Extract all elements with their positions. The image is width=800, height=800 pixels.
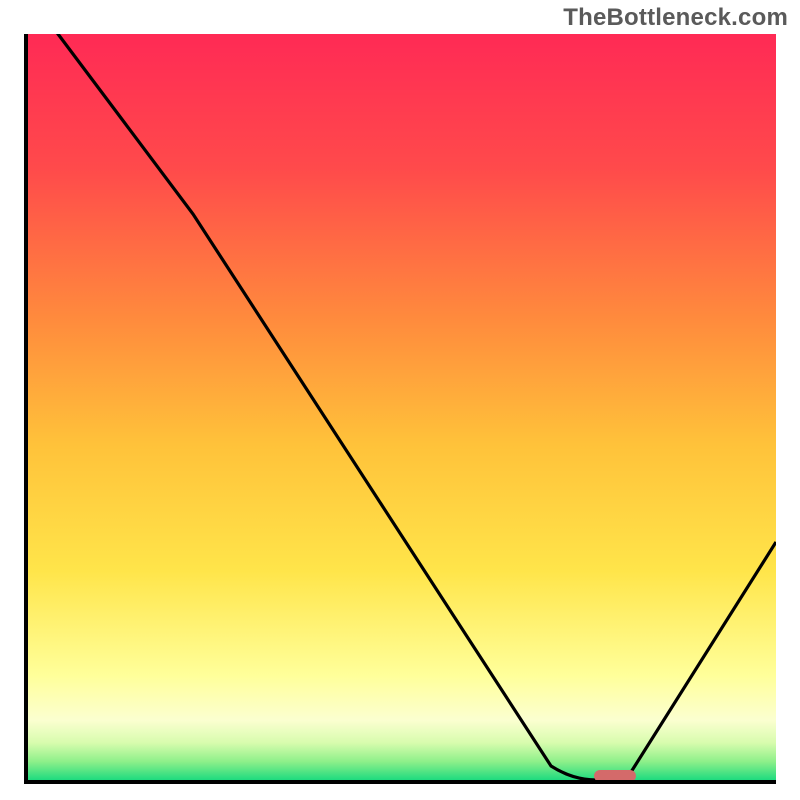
- plot-area: [24, 34, 776, 784]
- watermark-text: TheBottleneck.com: [563, 4, 788, 32]
- bottleneck-curve: [28, 34, 776, 780]
- chart-container: TheBottleneck.com: [0, 0, 800, 800]
- optimal-marker: [594, 770, 636, 782]
- curve-path: [28, 34, 776, 780]
